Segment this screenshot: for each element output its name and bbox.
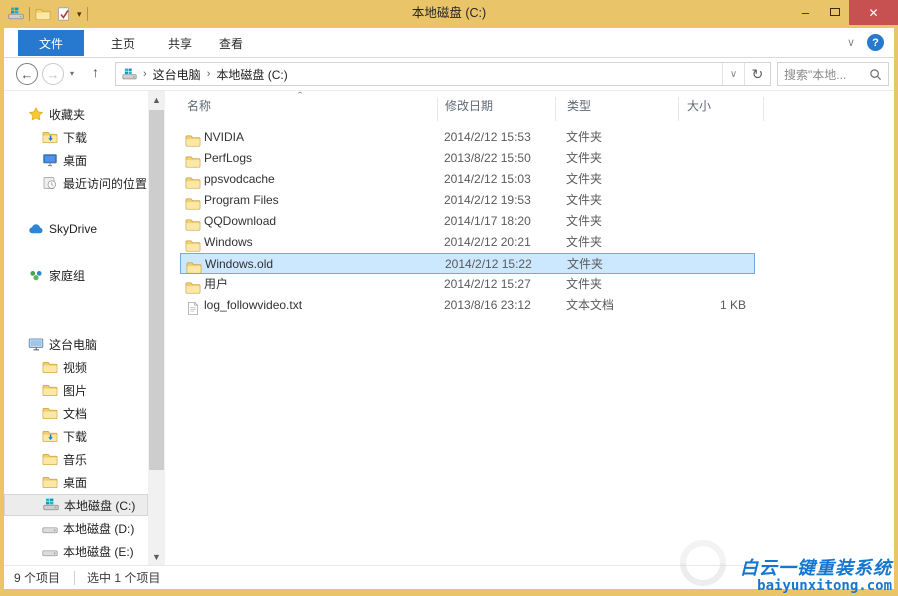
watermark-url: baiyunxitong.com	[740, 578, 892, 594]
maximize-button[interactable]	[820, 0, 849, 24]
sidebar-item-local-disk-c[interactable]: 本地磁盘 (C:)	[4, 494, 148, 516]
close-button[interactable]: ✕	[849, 0, 898, 25]
text-file-icon	[185, 298, 201, 319]
watermark: 白云一键重装系统 baiyunxitong.com	[740, 558, 892, 594]
search-input[interactable]: 搜索"本地...	[777, 62, 889, 86]
file-row-ppsvodcache[interactable]: ppsvodcache 2014/2/12 15:03 文件夹	[180, 169, 755, 190]
breadcrumb-local-disk-c[interactable]: 本地磁盘 (C:)	[216, 66, 287, 83]
status-divider	[74, 571, 75, 585]
maximize-icon	[830, 8, 840, 16]
scroll-up-icon[interactable]: ▲	[148, 91, 165, 108]
videos-folder-icon	[42, 360, 58, 374]
download-folder-icon	[42, 429, 58, 443]
navigation-pane: 收藏夹 下载 桌面 最近访问的位置 SkyDrive 家庭组 这台电脑 视频 图…	[4, 91, 148, 565]
selected-count: 选中 1 个项目	[87, 569, 160, 586]
address-dropdown-icon[interactable]: ∨	[722, 63, 744, 85]
file-row-log-txt[interactable]: log_followvideo.txt 2013/8/16 23:12 文本文档…	[180, 295, 755, 316]
explorer-window: ▾ 本地磁盘 (C:) – ✕ 文件 主页 共享 查看 ∨ ? ← → ▾ ↑ …	[0, 0, 898, 596]
sidebar-item-downloads[interactable]: 下载	[42, 126, 87, 148]
search-icon[interactable]	[869, 68, 882, 81]
column-divider[interactable]	[437, 97, 438, 121]
search-placeholder: 搜索"本地...	[784, 66, 869, 83]
address-bar: ← → ▾ ↑ › 这台电脑 › 本地磁盘 (C:) ∨ ↻ 搜索"本地...	[4, 58, 894, 91]
ribbon-collapse-icon[interactable]: ∨	[847, 36, 855, 49]
sidebar-item-this-pc[interactable]: 这台电脑	[28, 333, 97, 355]
ribbon-tab-bar: 文件 主页 共享 查看 ∨ ?	[4, 28, 894, 58]
file-row-qqdownload[interactable]: QQDownload 2014/1/17 18:20 文件夹	[180, 211, 755, 232]
sidebar-item-videos[interactable]: 视频	[42, 356, 87, 378]
sidebar-scrollbar[interactable]: ▲ ▼	[148, 91, 165, 565]
sidebar-item-recent-places[interactable]: 最近访问的位置	[42, 172, 147, 194]
sidebar-item-local-disk-e[interactable]: 本地磁盘 (E:)	[42, 540, 134, 562]
window-controls: – ✕	[791, 0, 898, 25]
file-row-windows[interactable]: Windows 2014/2/12 20:21 文件夹	[180, 232, 755, 253]
pictures-folder-icon	[42, 383, 58, 397]
sidebar-item-skydrive[interactable]: SkyDrive	[28, 218, 97, 240]
download-folder-icon	[42, 130, 58, 144]
tab-view[interactable]: 查看	[206, 30, 256, 56]
watermark-logo	[668, 538, 738, 588]
music-folder-icon	[42, 452, 58, 466]
tab-home[interactable]: 主页	[98, 30, 148, 56]
sidebar-item-music[interactable]: 音乐	[42, 448, 87, 470]
desktop-icon	[42, 153, 58, 167]
documents-folder-icon	[42, 406, 58, 420]
items-count: 9 个项目	[14, 569, 60, 586]
sidebar-item-documents[interactable]: 文档	[42, 402, 87, 424]
computer-icon	[122, 68, 137, 81]
window-title: 本地磁盘 (C:)	[0, 0, 898, 26]
up-button[interactable]: ↑	[92, 64, 99, 80]
sidebar-item-homegroup[interactable]: 家庭组	[28, 264, 85, 286]
breadcrumb[interactable]: › 这台电脑 › 本地磁盘 (C:) ∨ ↻	[115, 62, 771, 86]
cloud-icon	[28, 222, 44, 236]
column-header-date[interactable]: 修改日期	[445, 97, 493, 114]
scrollbar-thumb[interactable]	[149, 110, 164, 470]
drive-icon	[42, 521, 58, 535]
breadcrumb-this-pc[interactable]: 这台电脑	[153, 66, 201, 83]
sidebar-item-downloads-pc[interactable]: 下载	[42, 425, 87, 447]
scroll-down-icon[interactable]: ▼	[148, 548, 165, 565]
column-header-name[interactable]: 名称	[187, 97, 211, 114]
breadcrumb-separator-icon: ›	[207, 68, 211, 80]
minimize-button[interactable]: –	[791, 0, 820, 24]
forward-button[interactable]: →	[42, 63, 64, 85]
column-divider[interactable]	[763, 97, 764, 121]
title-bar[interactable]: ▾ 本地磁盘 (C:) – ✕	[0, 0, 898, 28]
refresh-icon[interactable]: ↻	[744, 63, 770, 85]
recent-locations-dropdown-icon[interactable]: ▾	[70, 69, 74, 78]
file-row-nvidia[interactable]: NVIDIA 2014/2/12 15:53 文件夹	[180, 127, 755, 148]
system-drive-icon	[43, 498, 59, 512]
file-row-users[interactable]: 用户 2014/2/12 15:27 文件夹	[180, 274, 755, 295]
column-header-type[interactable]: 类型	[567, 97, 591, 114]
column-divider[interactable]	[555, 97, 556, 121]
sidebar-item-local-disk-d[interactable]: 本地磁盘 (D:)	[42, 517, 134, 539]
file-row-perflogs[interactable]: PerfLogs 2013/8/22 15:50 文件夹	[180, 148, 755, 169]
recent-places-icon	[42, 176, 58, 190]
breadcrumb-separator-icon: ›	[143, 68, 147, 80]
file-row-program-files[interactable]: Program Files 2014/2/12 19:53 文件夹	[180, 190, 755, 211]
computer-icon	[28, 337, 44, 351]
help-icon[interactable]: ?	[867, 34, 884, 51]
drive-icon	[42, 544, 58, 558]
sidebar-item-pictures[interactable]: 图片	[42, 379, 87, 401]
tab-share[interactable]: 共享	[155, 30, 205, 56]
desktop-folder-icon	[42, 475, 58, 489]
sidebar-item-desktop-pc[interactable]: 桌面	[42, 471, 87, 493]
tab-file[interactable]: 文件	[18, 30, 84, 56]
sort-ascending-icon: ˆ	[298, 89, 302, 104]
watermark-title: 白云一键重装系统	[740, 558, 892, 578]
column-divider[interactable]	[678, 97, 679, 121]
file-row-windows-old[interactable]: Windows.old 2014/2/12 15:22 文件夹	[180, 253, 755, 274]
sidebar-item-favorites[interactable]: 收藏夹	[28, 103, 85, 125]
back-button[interactable]: ←	[16, 63, 38, 85]
column-header-size[interactable]: 大小	[687, 97, 711, 114]
sidebar-item-desktop[interactable]: 桌面	[42, 149, 87, 171]
star-icon	[28, 107, 44, 121]
file-list: 名称 ˆ 修改日期 类型 大小 NVIDIA 2014/2/12 15:53 文…	[165, 91, 894, 565]
homegroup-icon	[28, 268, 44, 282]
